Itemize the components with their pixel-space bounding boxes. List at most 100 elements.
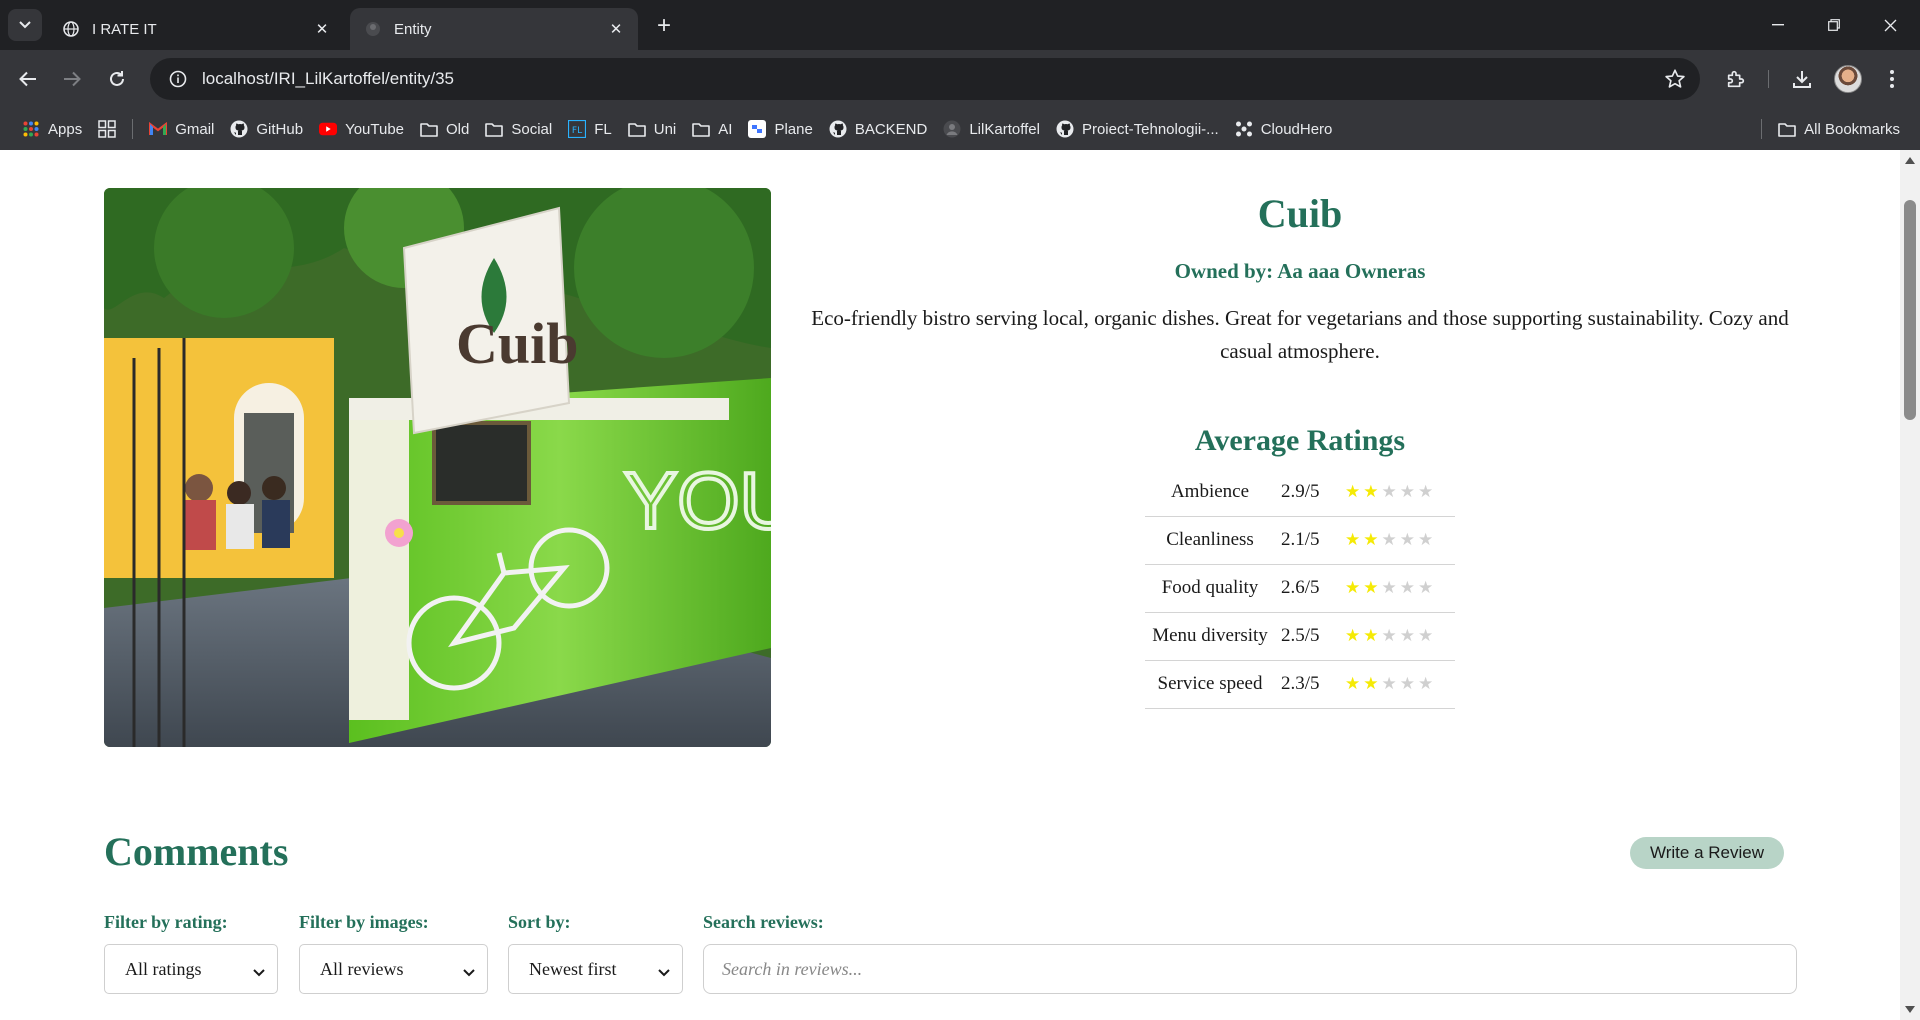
average-ratings-title: Average Ratings [1194,424,1406,457]
browser-toolbar: localhost/IRI_LilKartoffel/entity/35 [0,50,1920,108]
sort-select[interactable]: Newest first [508,944,683,994]
star-filled-icon: ★ [1345,530,1364,549]
bookmark-label: GitHub [256,120,304,138]
site-info-icon[interactable] [158,58,198,100]
star-filled-icon: ★ [1345,578,1364,597]
extensions-puzzle-icon[interactable] [1720,63,1752,95]
page-content: YOU Cuib Cuib Owned by: Aa aaa Owneras E… [0,150,1900,1020]
bookmark-lilkartoffel[interactable]: LilKartoffel [935,113,1048,145]
rating-stars: ★★★★★ [1337,516,1455,564]
rating-value: 2.5/5 [1281,625,1320,646]
bookmark-folder-old[interactable]: Old [412,113,477,145]
tab-i-rate-it[interactable]: I RATE IT ✕ [48,8,344,50]
window-close-icon[interactable] [1862,0,1918,50]
rating-row: Menu diversity 2.5/5 ★★★★★ [1145,612,1455,660]
bookmark-proiect[interactable]: Proiect-Tehnologii-... [1048,113,1227,145]
forward-arrow-icon[interactable] [56,63,88,95]
star-empty-icon: ★ [1381,530,1400,549]
bookmark-folder-social[interactable]: Social [477,113,560,145]
scroll-up-arrow-icon[interactable] [1905,157,1915,164]
github-icon [1056,120,1074,138]
bookmark-fl[interactable]: FL FL [560,113,620,145]
rating-category: Cleanliness [1166,529,1254,550]
rating-stars: ★★★★★ [1337,468,1455,516]
minimize-icon[interactable] [1750,0,1806,50]
star-empty-icon: ★ [1418,530,1437,549]
back-arrow-icon[interactable] [12,63,44,95]
rating-stars: ★★★★★ [1337,564,1455,612]
rating-filter-select[interactable]: All ratings [104,944,278,994]
star-empty-icon: ★ [1381,626,1400,645]
restore-icon[interactable] [1806,0,1862,50]
star-filled-icon: ★ [1345,626,1364,645]
tab-title: Entity [394,20,432,38]
tab-entity[interactable]: Entity ✕ [350,8,638,50]
bookmark-plane[interactable]: Plane [740,113,820,145]
filter-images-label: Filter by images: [299,912,429,932]
entity-description: Eco-friendly bistro serving local, organ… [811,306,1789,363]
close-icon[interactable]: ✕ [312,19,332,39]
comments-title: Comments [104,829,289,874]
tab-search-button[interactable] [8,9,42,41]
images-filter-select[interactable]: All reviews [299,944,488,994]
folder-icon [1778,120,1796,138]
search-reviews-input[interactable]: Search in reviews... [703,944,1797,994]
rating-value: 2.6/5 [1281,577,1320,598]
bookmarks-bar: Apps Gmail GitHub YouTube Old Social FL … [0,108,1920,150]
bookmark-label: YouTube [345,120,405,138]
kebab-menu-icon[interactable] [1876,63,1908,95]
bookmark-cloudhero[interactable]: CloudHero [1227,113,1341,145]
toolbar-divider [1768,70,1769,88]
github-icon [230,120,248,138]
close-icon[interactable]: ✕ [606,19,626,39]
bookmark-gmail[interactable]: Gmail [141,113,222,145]
svg-text:YOU: YOU [624,456,771,545]
bookmark-label: LilKartoffel [969,120,1040,138]
bookmark-label: Apps [48,120,83,138]
rating-value: 2.3/5 [1281,673,1320,694]
star-filled-icon: ★ [1345,674,1364,693]
page-scrollbar[interactable] [1900,150,1920,1020]
bookmark-label: Social [511,120,553,138]
profile-avatar[interactable] [1834,65,1862,93]
star-filled-icon: ★ [1363,578,1382,597]
star-filled-icon: ★ [1363,481,1382,501]
rating-stars: ★★★★★ [1337,660,1455,708]
star-filled-icon: ★ [1363,530,1382,549]
new-tab-plus-icon[interactable]: + [650,12,678,40]
search-reviews-label: Search reviews: [703,912,824,932]
bookmark-label: FL [594,120,612,138]
chevron-down-icon [463,961,475,982]
youtube-icon [319,120,338,138]
star-empty-icon: ★ [1418,674,1437,693]
browser-tab-bar: I RATE IT ✕ Entity ✕ + [0,0,1920,50]
sign-text: Cuib [456,311,579,376]
scroll-down-arrow-icon[interactable] [1905,1006,1915,1013]
bookmark-folder-uni[interactable]: Uni [620,113,685,145]
tab-title: I RATE IT [92,20,157,38]
scroll-thumb[interactable] [1904,200,1916,420]
rating-stars: ★★★★★ [1337,612,1455,660]
star-empty-icon: ★ [1399,674,1418,693]
folder-icon [692,120,711,138]
bookmark-backend[interactable]: BACKEND [821,113,936,145]
svg-text:FL: FL [572,126,582,136]
bookmark-separator [132,119,134,139]
entity-photo: YOU Cuib [104,188,771,747]
address-bar[interactable]: localhost/IRI_LilKartoffel/entity/35 [150,58,1700,100]
star-empty-icon: ★ [1399,530,1418,549]
bookmark-folder-ai[interactable]: AI [684,113,740,145]
star-filled-icon: ★ [1363,674,1382,693]
write-review-button[interactable]: Write a Review [1630,837,1784,869]
bookmark-youtube[interactable]: YouTube [311,113,412,145]
bookmark-github[interactable]: GitHub [222,113,311,145]
ratings-table: Ambience 2.9/5 ★★★★★ Cleanliness 2.1/5 ★★★★★ F… [1145,468,1455,709]
bookmark-apps[interactable]: Apps [14,113,90,145]
reload-icon[interactable] [101,63,133,95]
rating-row: Food quality 2.6/5 ★★★★★ [1145,564,1455,612]
download-icon[interactable] [1786,63,1818,95]
bookmark-star-icon[interactable] [1664,68,1686,95]
star-empty-icon: ★ [1418,626,1437,645]
tab-groups-icon[interactable] [90,113,124,145]
all-bookmarks-button[interactable]: All Bookmarks [1745,113,1908,145]
